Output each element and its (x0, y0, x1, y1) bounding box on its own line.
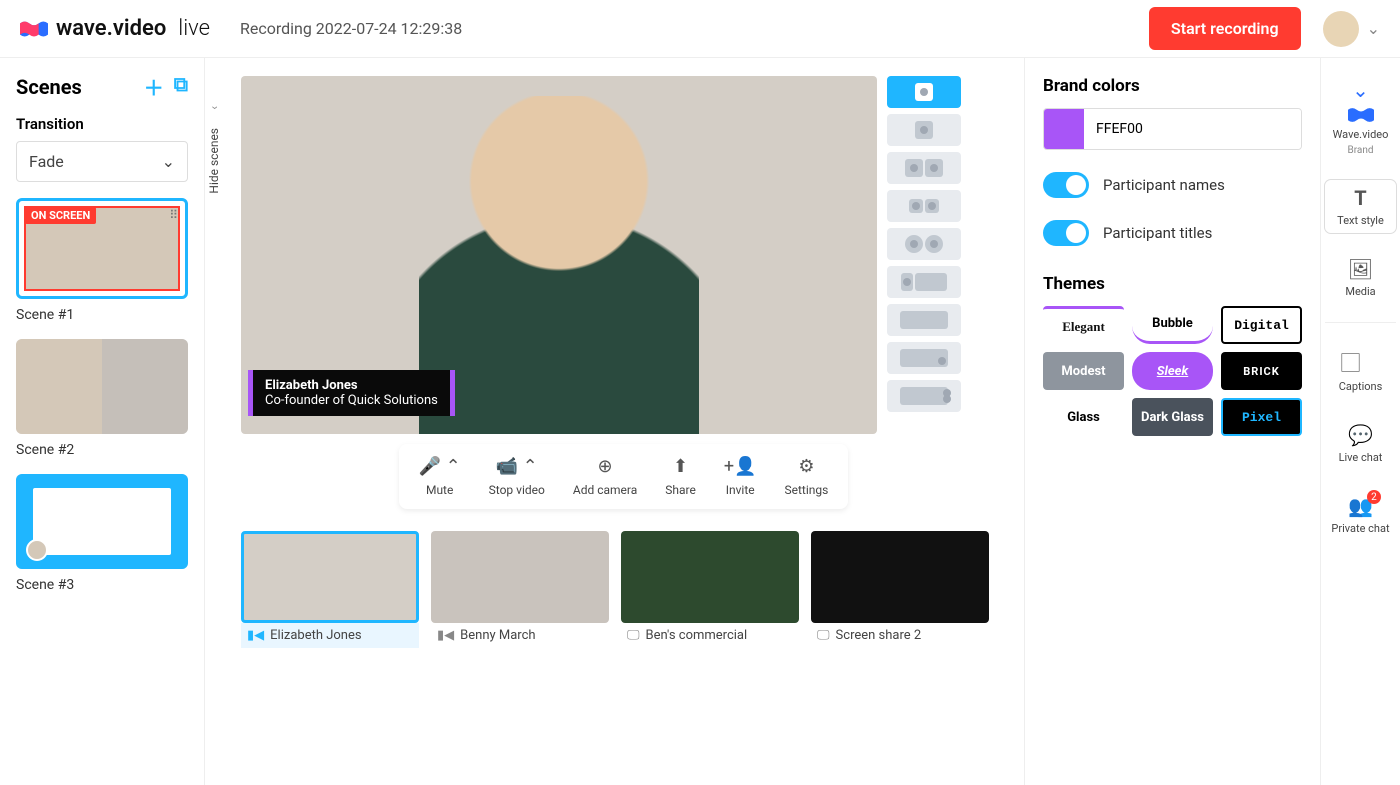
lower-third-title: Co-founder of Quick Solutions (265, 393, 438, 408)
layout-option[interactable] (887, 380, 961, 412)
layout-option[interactable] (887, 76, 961, 108)
drag-handle-icon[interactable]: ⠿ (169, 208, 178, 222)
participant-titles-toggle[interactable] (1043, 220, 1089, 246)
scene-label: Scene #2 (16, 442, 188, 458)
scenes-title: Scenes (16, 75, 82, 99)
theme-option[interactable]: Modest (1043, 352, 1124, 390)
layout-option[interactable] (887, 342, 961, 374)
camera-icon: ▮◀ (247, 628, 264, 643)
layout-option[interactable] (887, 304, 961, 336)
participant-names-label: Participant names (1103, 176, 1225, 194)
color-swatch[interactable] (1044, 109, 1084, 149)
main-video: Elizabeth Jones Co-founder of Quick Solu… (241, 76, 877, 434)
brand-text: wave.video (56, 16, 166, 41)
rail-live-chat[interactable]: 💬Live chat (1325, 417, 1396, 470)
theme-option[interactable]: BRICK (1221, 352, 1302, 390)
share-button[interactable]: ⬆︎Share (665, 456, 696, 497)
scene-card[interactable]: Scene #3 (16, 474, 188, 593)
participant-titles-label: Participant titles (1103, 224, 1212, 242)
layout-option[interactable] (887, 190, 961, 222)
controls-bar: 🎤 ⌃Mute 📹 ⌃Stop video ⊕Add camera ⬆︎Shar… (399, 444, 849, 509)
start-recording-button[interactable]: Start recording (1149, 7, 1301, 50)
lower-third-name: Elizabeth Jones (265, 378, 438, 393)
invite-button[interactable]: +👤Invite (724, 456, 757, 497)
theme-option[interactable]: Digital (1221, 306, 1302, 344)
layout-option[interactable] (887, 114, 961, 146)
hide-scenes-label: Hide scenes (207, 128, 221, 194)
layout-strip (887, 76, 961, 434)
screen-icon: 🖵 (627, 628, 640, 643)
user-menu-chevron[interactable]: ⌄ (1367, 19, 1380, 38)
rail-captions[interactable]: ⃞Captions (1325, 341, 1396, 399)
logo[interactable]: wave.video live (20, 16, 210, 41)
layout-option[interactable] (887, 266, 961, 298)
recording-title: Recording 2022-07-24 12:29:38 (240, 19, 462, 38)
settings-button[interactable]: ⚙Settings (784, 456, 828, 497)
rail-media[interactable]: 🖼Media (1325, 251, 1396, 304)
participant-tile[interactable]: 🖵Ben's commercial (621, 531, 799, 648)
transition-title: Transition (16, 115, 188, 133)
stop-video-button[interactable]: 📹 ⌃Stop video (489, 456, 545, 497)
participant-tile[interactable]: 🖵Screen share 2 (811, 531, 989, 648)
rail-text-style[interactable]: TText style (1325, 180, 1396, 233)
rail-private-chat[interactable]: 👥Private chat (1325, 488, 1396, 541)
brand-suffix: live (178, 16, 210, 41)
transition-select[interactable]: Fade ⌄ (16, 141, 188, 182)
theme-option[interactable]: Pixel (1221, 398, 1302, 436)
screen-icon: 🖵 (817, 628, 830, 643)
layout-option[interactable] (887, 228, 961, 260)
onscreen-badge: ON SCREEN (25, 207, 96, 224)
camera-icon: ▮◀ (437, 628, 454, 643)
collapse-scenes-chevron[interactable]: ‹ (207, 106, 221, 110)
scene-card[interactable]: Scene #2 (16, 339, 188, 458)
scene-card[interactable]: ON SCREEN ⠿ Scene #1 (16, 198, 188, 323)
color-input[interactable] (1084, 109, 1301, 149)
participant-tile[interactable]: ▮◀Elizabeth Jones (241, 531, 419, 648)
participant-names-toggle[interactable] (1043, 172, 1089, 198)
theme-option[interactable]: Bubble (1132, 306, 1213, 344)
themes-title: Themes (1043, 274, 1302, 294)
add-camera-button[interactable]: ⊕Add camera (573, 456, 637, 497)
layout-option[interactable] (887, 152, 961, 184)
add-scene-icon[interactable]: ＋ (144, 72, 164, 101)
theme-option[interactable]: Glass (1043, 398, 1124, 436)
user-avatar[interactable] (1323, 11, 1359, 47)
rail-brand[interactable]: ⌄ Wave.video Brand (1325, 72, 1396, 162)
theme-option[interactable]: Sleek (1132, 352, 1213, 390)
theme-option[interactable]: Elegant (1043, 306, 1124, 344)
participant-tile[interactable]: ▮◀Benny March (431, 531, 609, 648)
scene-label: Scene #1 (16, 307, 188, 323)
mute-button[interactable]: 🎤 ⌃Mute (419, 456, 461, 497)
duplicate-scene-icon[interactable]: ⧉ (174, 72, 188, 101)
brand-colors-title: Brand colors (1043, 76, 1302, 96)
scene-label: Scene #3 (16, 577, 188, 593)
theme-option[interactable]: Dark Glass (1132, 398, 1213, 436)
transition-value: Fade (29, 152, 64, 171)
chevron-down-icon: ⌄ (162, 152, 175, 171)
lower-third: Elizabeth Jones Co-founder of Quick Solu… (253, 370, 450, 416)
